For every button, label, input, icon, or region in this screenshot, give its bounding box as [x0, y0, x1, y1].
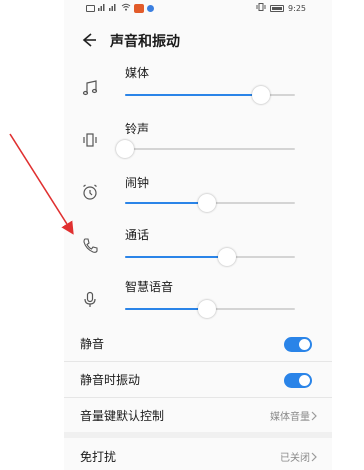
setting-row-do-not-disturb[interactable]: 免打扰 已关闭: [64, 440, 332, 470]
microphone-icon: [80, 290, 100, 310]
slider-fill: [125, 202, 207, 204]
toggle-knob: [299, 339, 310, 350]
app-notification-icon: [147, 4, 154, 12]
battery-icon: [270, 4, 285, 12]
group-divider: [64, 432, 332, 438]
setting-row-vibrate-on-mute[interactable]: 静音时振动: [64, 362, 332, 398]
slider-thumb[interactable]: [197, 300, 216, 318]
volume-row-call: 通话: [64, 226, 332, 280]
volume-label: 闹钟: [125, 176, 150, 190]
setting-row-mute[interactable]: 静音: [64, 326, 332, 362]
phone-screen: 9:25 声音和振动 媒体 铃声 闹钟 通话 智慧语音 静音 静音时振动 音量键…: [64, 0, 332, 470]
slider-thumb[interactable]: [252, 86, 270, 104]
vibrate-on-mute-toggle[interactable]: [284, 373, 312, 388]
volume-label: 智慧语音: [125, 280, 174, 294]
volume-label: 通话: [125, 228, 150, 242]
signal-icon: [98, 3, 118, 13]
volume-label: 媒体: [125, 66, 150, 80]
slider-thumb[interactable]: [197, 194, 216, 212]
page-header: 声音和振动: [64, 26, 332, 52]
wifi-icon: [121, 3, 131, 13]
page-title: 声音和振动: [110, 34, 180, 50]
slider-thumb[interactable]: [218, 248, 236, 266]
chevron-right-icon: [310, 449, 318, 463]
volume-row-ringtone: 铃声: [64, 120, 332, 174]
setting-value: 已关闭: [280, 453, 310, 464]
sim-icon: [86, 4, 95, 12]
app-notification-icon: [134, 3, 144, 13]
volume-slider[interactable]: [125, 248, 295, 266]
phone-icon: [80, 236, 100, 256]
mute-toggle[interactable]: [284, 337, 312, 352]
slider-fill: [125, 256, 227, 258]
setting-label: 静音: [80, 337, 105, 351]
status-bar-left: [86, 2, 154, 14]
slider-fill: [125, 308, 207, 310]
setting-row-volume-key-control[interactable]: 音量键默认控制 媒体音量: [64, 398, 332, 434]
volume-row-alarm: 闹钟: [64, 174, 332, 228]
setting-label: 免打扰: [80, 450, 117, 464]
setting-label: 音量键默认控制: [80, 409, 165, 423]
status-bar-right: 9:25: [256, 2, 306, 14]
vibrate-status-icon: [256, 3, 266, 13]
setting-label: 静音时振动: [80, 373, 141, 387]
slider-fill: [125, 94, 261, 96]
vibrate-phone-icon: [80, 130, 100, 150]
volume-slider[interactable]: [125, 300, 295, 318]
alarm-clock-icon: [80, 182, 100, 202]
volume-slider[interactable]: [125, 86, 295, 104]
volume-slider[interactable]: [125, 194, 295, 212]
toggle-knob: [299, 375, 310, 386]
volume-row-smart-voice: 智慧语音: [64, 278, 332, 332]
music-note-icon: [80, 78, 100, 98]
chevron-right-icon: [310, 408, 318, 422]
volume-row-media: 媒体: [64, 64, 332, 118]
arrow-left-icon[interactable]: [78, 30, 98, 50]
setting-value: 媒体音量: [270, 412, 310, 423]
clock-time: 9:25: [288, 3, 306, 13]
volume-label: 铃声: [125, 122, 150, 136]
volume-slider[interactable]: [116, 140, 295, 158]
slider-thumb[interactable]: [116, 140, 134, 158]
status-bar: 9:25: [64, 0, 332, 18]
